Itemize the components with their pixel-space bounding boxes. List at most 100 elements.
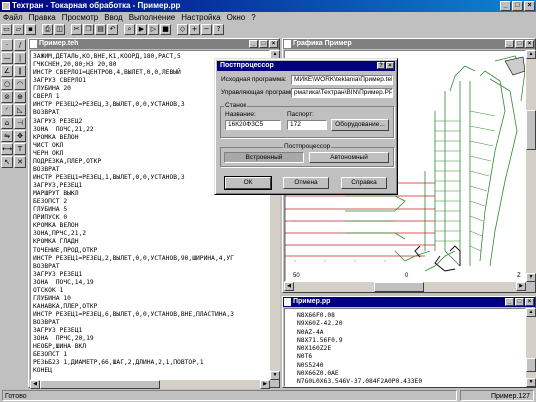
minimize-button[interactable]: _ bbox=[500, 1, 511, 11]
standalone-toggle[interactable]: Автономный bbox=[309, 152, 389, 163]
copy-icon[interactable]: ❐ bbox=[83, 24, 94, 35]
machine-name-field[interactable]: 16К20Ф3С5 bbox=[225, 120, 281, 130]
text-tool-icon[interactable]: T bbox=[14, 143, 26, 155]
hline-tool-icon[interactable]: — bbox=[1, 52, 13, 64]
source-minimize-button[interactable]: _ bbox=[249, 40, 258, 48]
line-tool-icon[interactable]: / bbox=[14, 39, 26, 51]
run-icon[interactable]: ▶ bbox=[136, 24, 147, 35]
tangent-tool-icon[interactable]: ⊘ bbox=[1, 91, 13, 103]
gfx-scroll-right-arrow-icon[interactable]: ▶ bbox=[516, 282, 526, 291]
source-code-line: ИНСТР РЕЗЕЦ1=РЕЗЕЦ,2,ВЫЛЕТ,0,0,УСТАНОВ,9… bbox=[33, 254, 234, 262]
open-folder-icon[interactable]: ▱ bbox=[13, 24, 24, 35]
gfx-hscroll-thumb[interactable] bbox=[374, 282, 424, 292]
cancel-button[interactable]: Отмена bbox=[283, 177, 329, 189]
out-scroll-down-arrow-icon[interactable]: ▼ bbox=[526, 378, 536, 387]
menu-edit[interactable]: Правка bbox=[29, 12, 56, 23]
fillet-tool-icon[interactable]: ◜ bbox=[1, 104, 13, 116]
help-icon[interactable]: ? bbox=[213, 24, 224, 35]
close-button[interactable]: × bbox=[524, 1, 535, 11]
out-scroll-thumb[interactable] bbox=[526, 358, 536, 372]
source-code-line: КРОМКА ВЕЛОН bbox=[33, 133, 79, 141]
output-code-line: N8X71.56F0.9 bbox=[297, 336, 343, 344]
output-minimize-button[interactable]: _ bbox=[505, 298, 514, 306]
angle-line-tool-icon[interactable]: ∠ bbox=[1, 65, 13, 77]
dialog-help-text-button[interactable]: Справка bbox=[341, 177, 387, 189]
circle-tool-icon[interactable]: ○ bbox=[1, 78, 13, 90]
trim-tool-icon[interactable]: ⊣ bbox=[14, 117, 26, 129]
measure-tool-icon[interactable]: ⟷ bbox=[1, 143, 13, 155]
dialog-close-button[interactable]: × bbox=[386, 62, 394, 69]
output-window-title-bar[interactable]: Пример.pp _ □ × bbox=[283, 297, 535, 307]
gfx-scroll-down-arrow-icon[interactable]: ▼ bbox=[526, 273, 536, 282]
find-icon[interactable]: ⌕ bbox=[124, 24, 135, 35]
output-vertical-scrollbar[interactable]: ▲ ▼ bbox=[526, 308, 536, 387]
app-title-bar[interactable]: Техтран - Токарная обработка - Пример.pp… bbox=[0, 0, 536, 12]
menu-run[interactable]: Выполнение bbox=[129, 12, 176, 23]
equipment-button[interactable]: Оборудование... bbox=[331, 119, 389, 131]
undo-icon[interactable]: ↶ bbox=[107, 24, 118, 35]
graphics-maximize-button[interactable]: □ bbox=[515, 40, 524, 48]
graphics-window-title-bar[interactable]: Графика Пример _ □ × bbox=[283, 39, 535, 49]
output-editor[interactable]: N8X66F0.08 N9X60Z-42.20 N0AZ-4A N8X71.56F0.… bbox=[284, 308, 526, 387]
new-file-icon[interactable]: ▭ bbox=[1, 24, 12, 35]
source-code-line: КАНАВКА,ПЛЕР,ОТКР bbox=[33, 302, 98, 310]
save-icon[interactable]: ▪ bbox=[25, 24, 36, 35]
scroll-down-arrow-icon[interactable]: ▼ bbox=[270, 371, 280, 380]
source-close-button[interactable]: × bbox=[269, 40, 278, 48]
select-tool-icon[interactable]: ↖ bbox=[1, 156, 13, 168]
graphics-vertical-scrollbar[interactable]: ▲ ▼ bbox=[526, 50, 536, 282]
source-horizontal-scrollbar[interactable]: ◀ ▶ bbox=[30, 380, 270, 389]
point-tool-icon[interactable]: · bbox=[1, 39, 13, 51]
graphics-horizontal-scrollbar[interactable]: ◀ ▶ bbox=[284, 282, 526, 292]
source-code-line: ВОЗВРАТ bbox=[33, 262, 60, 270]
stop-icon[interactable]: ■ bbox=[160, 24, 171, 35]
source-hscroll-thumb[interactable] bbox=[40, 380, 160, 389]
source-program-field[interactable]: МИКЕ\WORK\teklania\Пример.teh bbox=[291, 75, 393, 85]
zoom-out-icon[interactable]: − bbox=[201, 24, 212, 35]
arc-tool-icon[interactable]: ◠ bbox=[14, 78, 26, 90]
chamfer-tool-icon[interactable]: ◺ bbox=[14, 104, 26, 116]
source-maximize-button[interactable]: □ bbox=[259, 40, 268, 48]
gfx-scroll-left-arrow-icon[interactable]: ◀ bbox=[284, 282, 294, 291]
graphics-minimize-button[interactable]: _ bbox=[505, 40, 514, 48]
control-program-field[interactable]: рматика\Техтран\BIN\Пример.PP bbox=[291, 88, 393, 98]
dialog-help-button[interactable]: ? bbox=[377, 62, 385, 69]
menu-help[interactable]: ? bbox=[251, 12, 255, 23]
print-icon[interactable]: ⎙ bbox=[42, 24, 53, 35]
menu-window[interactable]: Окно bbox=[227, 12, 246, 23]
move-tool-icon[interactable]: ✥ bbox=[14, 130, 26, 142]
ok-button[interactable]: ОК bbox=[224, 176, 272, 190]
output-maximize-button[interactable]: □ bbox=[515, 298, 524, 306]
contour-tool-icon[interactable]: ⌂ bbox=[1, 117, 13, 129]
builtin-toggle[interactable]: Встроенный bbox=[224, 152, 304, 163]
passport-field[interactable]: 172 bbox=[287, 120, 327, 130]
app-icon[interactable] bbox=[2, 2, 10, 10]
paste-icon[interactable]: ▤ bbox=[95, 24, 106, 35]
cut-icon[interactable]: ✂ bbox=[71, 24, 82, 35]
scroll-left-arrow-icon[interactable]: ◀ bbox=[30, 380, 40, 389]
dialog-title-bar[interactable]: Постпроцессор ? × bbox=[217, 61, 395, 71]
source-window-title-bar[interactable]: Пример.teh _ □ × bbox=[29, 39, 279, 49]
output-close-button[interactable]: × bbox=[525, 298, 534, 306]
menu-input[interactable]: Ввод bbox=[104, 12, 122, 23]
vline-tool-icon[interactable]: | bbox=[14, 52, 26, 64]
step-icon[interactable]: ▷ bbox=[148, 24, 159, 35]
scroll-right-arrow-icon[interactable]: ▶ bbox=[260, 380, 270, 389]
parallel-tool-icon[interactable]: ∥ bbox=[14, 65, 26, 77]
menu-view[interactable]: Просмотр bbox=[62, 12, 99, 23]
print-preview-icon[interactable]: ◫ bbox=[54, 24, 65, 35]
mirror-tool-icon[interactable]: ⇋ bbox=[1, 130, 13, 142]
graphics-icon[interactable]: ◇ bbox=[177, 24, 188, 35]
maximize-button[interactable]: □ bbox=[512, 1, 523, 11]
out-scroll-up-arrow-icon[interactable]: ▲ bbox=[526, 308, 536, 317]
gfx-scroll-thumb[interactable] bbox=[526, 110, 536, 150]
app-title: Техтран - Токарная обработка - Пример.pp bbox=[12, 1, 181, 10]
menu-settings[interactable]: Настройка bbox=[181, 12, 220, 23]
delete-tool-icon[interactable]: ✕ bbox=[14, 156, 26, 168]
gfx-scroll-up-arrow-icon[interactable]: ▲ bbox=[526, 50, 536, 59]
zoom-in-icon[interactable]: + bbox=[189, 24, 200, 35]
output-code-line: N0AZ-4A bbox=[297, 328, 324, 336]
graphics-close-button[interactable]: × bbox=[525, 40, 534, 48]
menu-file[interactable]: Файл bbox=[3, 12, 23, 23]
center-tool-icon[interactable]: ⊕ bbox=[14, 91, 26, 103]
